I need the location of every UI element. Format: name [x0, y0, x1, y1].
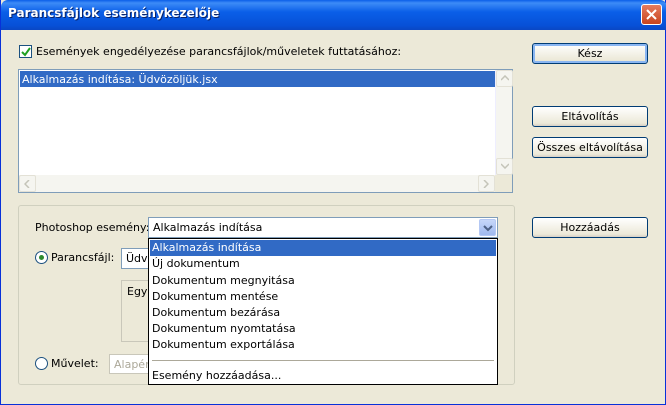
list-item[interactable]: Alkalmazás indítása: Üdvözöljük.jsx: [20, 71, 500, 87]
close-button[interactable]: [641, 4, 662, 25]
dropdown-button[interactable]: [479, 219, 496, 236]
title-bar[interactable]: Parancsfájlok eseménykezelője: [1, 0, 666, 30]
add-button[interactable]: Hozzáadás: [532, 217, 648, 238]
photoshop-event-select[interactable]: Alkalmazás indítása: [148, 217, 498, 238]
enable-events-label: Események engedélyezése parancsfájlok/mű…: [36, 45, 402, 58]
script-select-value: Üdv: [126, 252, 148, 265]
window-title: Parancsfájlok eseménykezelője: [8, 6, 220, 20]
scrollbar-corner: [495, 175, 512, 192]
dropdown-option[interactable]: Dokumentum exportálása: [150, 337, 496, 353]
scroll-left-button[interactable]: [19, 175, 36, 192]
action-radio-label: Művelet:: [51, 357, 99, 370]
remove-all-button[interactable]: Összes eltávolítása: [532, 137, 648, 158]
dropdown-option[interactable]: Dokumentum nyomtatása: [150, 321, 496, 337]
dropdown-option[interactable]: Dokumentum megnyitása: [150, 273, 496, 289]
chevron-left-icon: [24, 180, 30, 188]
chevron-up-icon: [501, 75, 509, 81]
done-button[interactable]: Kész: [532, 43, 648, 64]
scroll-up-button[interactable]: [496, 70, 513, 87]
script-select[interactable]: Üdv: [121, 248, 151, 269]
photoshop-event-label: Photoshop esemény:: [35, 221, 150, 234]
dropdown-option[interactable]: Új dokumentum: [150, 256, 496, 272]
dropdown-separator: [152, 360, 494, 361]
dialog-content: Események engedélyezése parancsfájlok/mű…: [1, 30, 665, 404]
horizontal-scrollbar[interactable]: [19, 175, 495, 192]
remove-button[interactable]: Eltávolítás: [532, 106, 648, 127]
events-listbox[interactable]: Alkalmazás indítása: Üdvözöljük.jsx: [18, 69, 513, 193]
action-radio[interactable]: [35, 357, 48, 370]
vertical-scrollbar[interactable]: [495, 70, 513, 175]
enable-events-checkbox[interactable]: [19, 45, 32, 58]
chevron-right-icon: [483, 180, 489, 188]
dialog-window: Parancsfájlok eseménykezelője Események …: [0, 0, 666, 405]
dropdown-option[interactable]: Dokumentum bezárása: [150, 305, 496, 321]
chevron-down-icon: [501, 163, 509, 169]
checkmark-icon: [21, 47, 31, 57]
dropdown-option[interactable]: Dokumentum mentése: [150, 289, 496, 305]
script-radio-label: Parancsfájl:: [51, 251, 115, 264]
script-radio[interactable]: [35, 251, 48, 264]
chevron-down-icon: [483, 225, 493, 232]
script-description-box: Egys: [121, 280, 153, 342]
scroll-down-button[interactable]: [496, 158, 513, 175]
photoshop-event-value: Alkalmazás indítása: [153, 221, 263, 234]
add-event-option[interactable]: Esemény hozzáadása...: [150, 368, 496, 384]
dropdown-option[interactable]: Alkalmazás indítása: [150, 240, 496, 256]
event-dropdown-list[interactable]: Alkalmazás indítása Új dokumentum Dokume…: [148, 238, 498, 385]
action-set-select[interactable]: Alapért: [109, 354, 154, 374]
scroll-right-button[interactable]: [478, 175, 495, 192]
close-icon: [646, 9, 657, 20]
radio-selected-dot: [39, 255, 44, 260]
